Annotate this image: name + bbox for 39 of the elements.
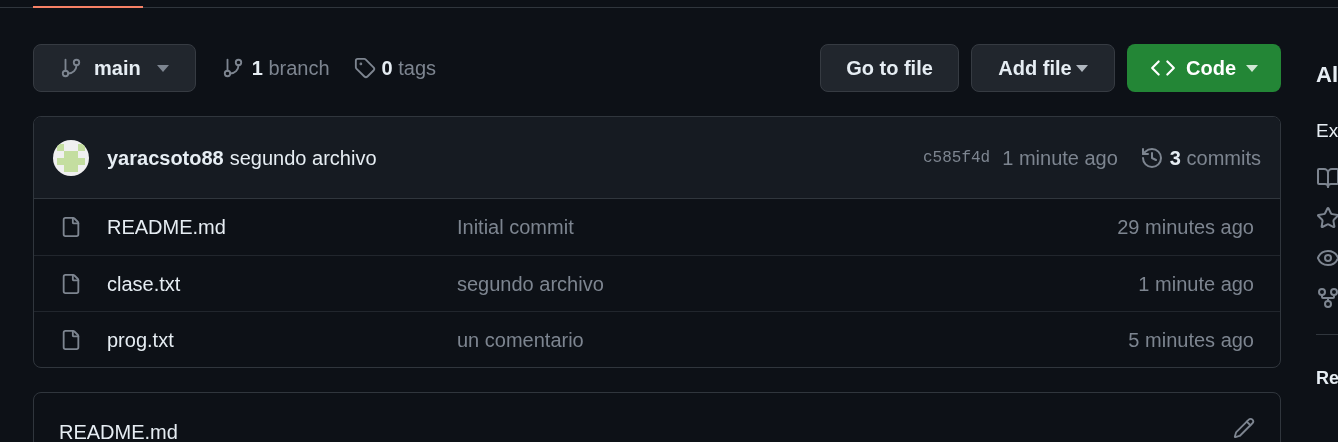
sidebar-description: Ex xyxy=(1316,119,1338,143)
commit-time: 1 minute ago xyxy=(1138,271,1254,297)
code-button[interactable]: Code xyxy=(1127,44,1281,92)
branch-select[interactable]: main xyxy=(33,44,196,92)
avatar xyxy=(53,139,89,176)
file-name[interactable]: clase.txt xyxy=(107,268,457,299)
tags-link[interactable]: 0 tags xyxy=(353,53,437,83)
star-icon xyxy=(1316,205,1338,230)
branch-icon xyxy=(221,57,244,79)
file-icon xyxy=(60,272,82,295)
file-name[interactable]: prog.txt xyxy=(107,324,457,355)
commit-time: 5 minutes ago xyxy=(1128,327,1254,353)
commit-message[interactable]: un comentario xyxy=(457,324,584,355)
sidebar-heading: Al xyxy=(1316,61,1338,89)
commit-message[interactable]: segundo archivo xyxy=(457,268,604,299)
commit-sha[interactable]: c585f4d xyxy=(923,145,991,170)
tag-icon xyxy=(353,57,376,79)
file-name[interactable]: README.md xyxy=(107,212,457,242)
file-icon xyxy=(60,328,82,351)
sidebar-heading: Re xyxy=(1316,366,1338,390)
commit-author[interactable]: yaracsoto88 xyxy=(107,142,224,173)
commits-link[interactable]: 3 commits xyxy=(1139,142,1261,173)
go-to-file-button[interactable]: Go to file xyxy=(820,44,959,92)
caret-icon xyxy=(156,64,169,72)
caret-icon xyxy=(1246,64,1258,72)
book-icon xyxy=(1316,165,1338,190)
readme-title[interactable]: README.md xyxy=(59,417,178,442)
branch-icon xyxy=(60,57,82,79)
add-file-button[interactable]: Add file xyxy=(971,44,1115,92)
commit-message[interactable]: segundo archivo xyxy=(229,142,377,173)
file-icon xyxy=(60,216,82,238)
commit-time: 1 minute ago xyxy=(1002,145,1118,171)
caret-icon xyxy=(1075,64,1088,72)
history-icon xyxy=(1139,145,1164,170)
commit-message[interactable]: Initial commit xyxy=(457,212,574,242)
edit-icon[interactable] xyxy=(1233,417,1255,439)
commit-time: 29 minutes ago xyxy=(1117,215,1254,240)
fork-icon xyxy=(1316,285,1338,310)
branches-link[interactable]: 1 branch xyxy=(221,53,330,83)
